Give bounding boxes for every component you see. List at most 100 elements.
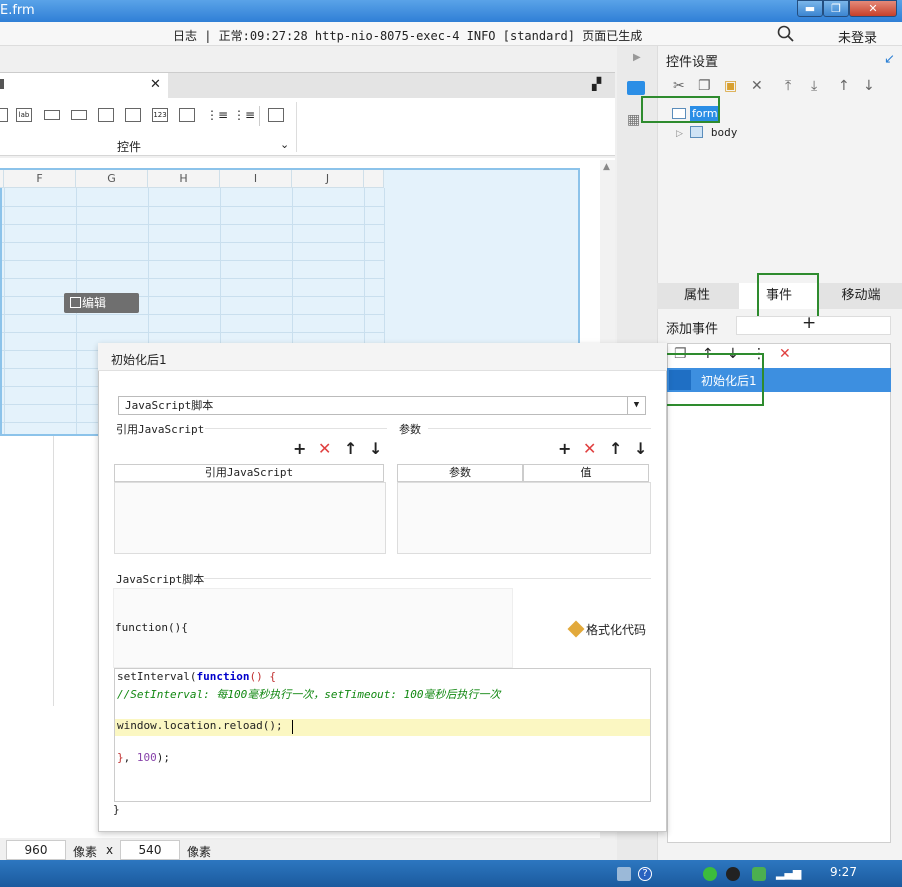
textfield-widget-icon[interactable] bbox=[44, 110, 60, 120]
lower-grid bbox=[0, 436, 98, 706]
login-link[interactable]: 未登录 bbox=[838, 27, 877, 46]
expand-arrow-icon[interactable]: ▷ bbox=[676, 129, 683, 139]
toolbar-divider bbox=[296, 102, 297, 152]
delete-ref-icon[interactable]: ✕ bbox=[318, 439, 331, 458]
move-up-icon[interactable]: ↑ bbox=[609, 439, 622, 458]
column-header-i[interactable]: I bbox=[220, 170, 292, 188]
move-up-icon[interactable]: ↑ bbox=[344, 439, 357, 458]
tab-mobile[interactable]: 移动端 bbox=[821, 283, 901, 309]
widget-icon[interactable] bbox=[0, 108, 8, 122]
move-bottom-icon[interactable]: ⤓ bbox=[811, 78, 817, 94]
format-code-button[interactable]: 格式化代码 bbox=[567, 620, 647, 638]
section-divider bbox=[204, 578, 651, 579]
grid-divider bbox=[53, 436, 54, 706]
date-widget-icon[interactable] bbox=[125, 108, 141, 122]
window-title: E.frm bbox=[0, 3, 35, 18]
minimize-button[interactable]: ▬ bbox=[797, 0, 823, 17]
section-divider bbox=[428, 428, 651, 429]
highlight-box bbox=[641, 96, 720, 123]
event-list bbox=[667, 343, 891, 843]
move-down-icon[interactable]: ↓ bbox=[634, 439, 647, 458]
radio-group-icon[interactable]: ⋮≡ bbox=[206, 108, 228, 122]
ref-js-table[interactable] bbox=[114, 482, 386, 554]
control-group-label: 控件 bbox=[117, 140, 142, 154]
number-widget-icon[interactable]: 123 bbox=[152, 108, 168, 122]
clock[interactable]: 9:27 bbox=[830, 865, 857, 879]
chevron-down-icon[interactable]: ▼ bbox=[627, 397, 645, 414]
layout-icon[interactable]: ▦ bbox=[627, 112, 640, 128]
delete-param-icon[interactable]: ✕ bbox=[583, 439, 596, 458]
widget-toolbar: lab 123 ⋮≡ ⋮≡ 控件 ⌄ bbox=[0, 98, 615, 156]
format-code-label: 格式化代码 bbox=[586, 623, 647, 637]
form-widget-icon[interactable] bbox=[98, 108, 114, 122]
textarea-widget-icon[interactable] bbox=[179, 108, 195, 122]
delete-icon[interactable]: ✕ bbox=[751, 78, 763, 94]
script-type-value: JavaScript脚本 bbox=[125, 399, 214, 412]
preview-widget-icon[interactable] bbox=[268, 108, 284, 122]
column-header-j[interactable]: J bbox=[292, 170, 364, 188]
editor-tab[interactable]: ✕ bbox=[0, 72, 168, 98]
add-event-icon[interactable]: + bbox=[802, 313, 816, 333]
grid-row-line bbox=[2, 224, 384, 225]
move-down-icon[interactable]: ↓ bbox=[369, 439, 382, 458]
tree-node-body[interactable]: ▷ body bbox=[676, 126, 737, 139]
label-widget-icon[interactable]: lab bbox=[16, 108, 32, 122]
param-column-header: 参数 bbox=[397, 464, 523, 482]
paste-icon[interactable]: ▣ bbox=[724, 78, 737, 94]
broom-icon bbox=[567, 620, 585, 638]
close-tab-icon[interactable]: ✕ bbox=[150, 77, 161, 92]
help-icon[interactable]: ? bbox=[638, 867, 652, 881]
edit-icon bbox=[70, 297, 81, 308]
width-input[interactable]: 960 bbox=[6, 840, 66, 860]
code-line-1: setInterval(function() { bbox=[117, 670, 276, 683]
move-top-icon[interactable]: ⤒ bbox=[785, 78, 791, 94]
network-icon[interactable]: ▂▄▆ bbox=[776, 867, 801, 881]
column-header-f[interactable]: F bbox=[4, 170, 76, 188]
move-up-icon[interactable]: ↑ bbox=[838, 78, 850, 94]
cut-icon[interactable]: ✂ bbox=[673, 78, 685, 94]
delete-event-icon[interactable]: ✕ bbox=[779, 346, 791, 362]
tab-menu-icon[interactable]: ▞ bbox=[592, 77, 601, 91]
pin-icon[interactable]: ↙ bbox=[884, 52, 895, 67]
dropdown-toggle-icon[interactable] bbox=[627, 81, 645, 95]
copy-icon[interactable]: ❐ bbox=[698, 78, 711, 94]
add-ref-icon[interactable]: + bbox=[293, 439, 306, 458]
height-input[interactable]: 540 bbox=[120, 840, 180, 860]
script-type-select[interactable]: JavaScript脚本 ▼ bbox=[118, 396, 646, 415]
status-bar: 日志 | 正常:09:27:28 http-nio-8075-exec-4 IN… bbox=[0, 22, 902, 46]
function-open: function(){ bbox=[115, 621, 188, 634]
tree-label-body: body bbox=[710, 126, 738, 139]
keyboard-icon[interactable] bbox=[617, 867, 631, 881]
maximize-button[interactable]: ❐ bbox=[823, 0, 849, 17]
param-section-label: 参数 bbox=[399, 423, 421, 436]
grid-row-line bbox=[2, 260, 384, 261]
dialog-title: 初始化后1 bbox=[111, 353, 167, 367]
close-window-button[interactable]: ✕ bbox=[849, 0, 897, 17]
value-column-header: 值 bbox=[523, 464, 649, 482]
height-unit: 像素 bbox=[187, 845, 212, 859]
size-separator: x bbox=[106, 843, 114, 857]
panel-title: 控件设置 bbox=[666, 55, 719, 70]
code-line-6: }, 100); bbox=[117, 751, 170, 764]
width-unit: 像素 bbox=[73, 845, 98, 859]
tab-properties[interactable]: 属性 bbox=[657, 283, 737, 309]
grid-row-line bbox=[2, 314, 384, 315]
grid-row-line bbox=[2, 296, 384, 297]
section-divider bbox=[205, 428, 387, 429]
body-icon bbox=[690, 126, 704, 138]
param-table[interactable] bbox=[397, 482, 651, 554]
edit-button[interactable]: 编辑 bbox=[64, 293, 139, 313]
expand-arrow-icon[interactable]: ▶ bbox=[633, 52, 641, 63]
column-header-g[interactable]: G bbox=[76, 170, 148, 188]
wechat-icon[interactable] bbox=[703, 867, 717, 881]
move-down-icon[interactable]: ↓ bbox=[863, 78, 875, 94]
checkbox-group-icon[interactable]: ⋮≡ bbox=[233, 108, 255, 122]
combobox-widget-icon[interactable] bbox=[71, 110, 87, 120]
chevron-down-icon[interactable]: ⌄ bbox=[280, 138, 289, 151]
add-param-icon[interactable]: + bbox=[558, 439, 571, 458]
column-header-h[interactable]: H bbox=[148, 170, 220, 188]
qq-icon[interactable] bbox=[726, 867, 740, 881]
search-icon[interactable] bbox=[777, 25, 795, 43]
tray-app-icon[interactable] bbox=[752, 867, 766, 881]
dialog-header bbox=[98, 343, 667, 371]
